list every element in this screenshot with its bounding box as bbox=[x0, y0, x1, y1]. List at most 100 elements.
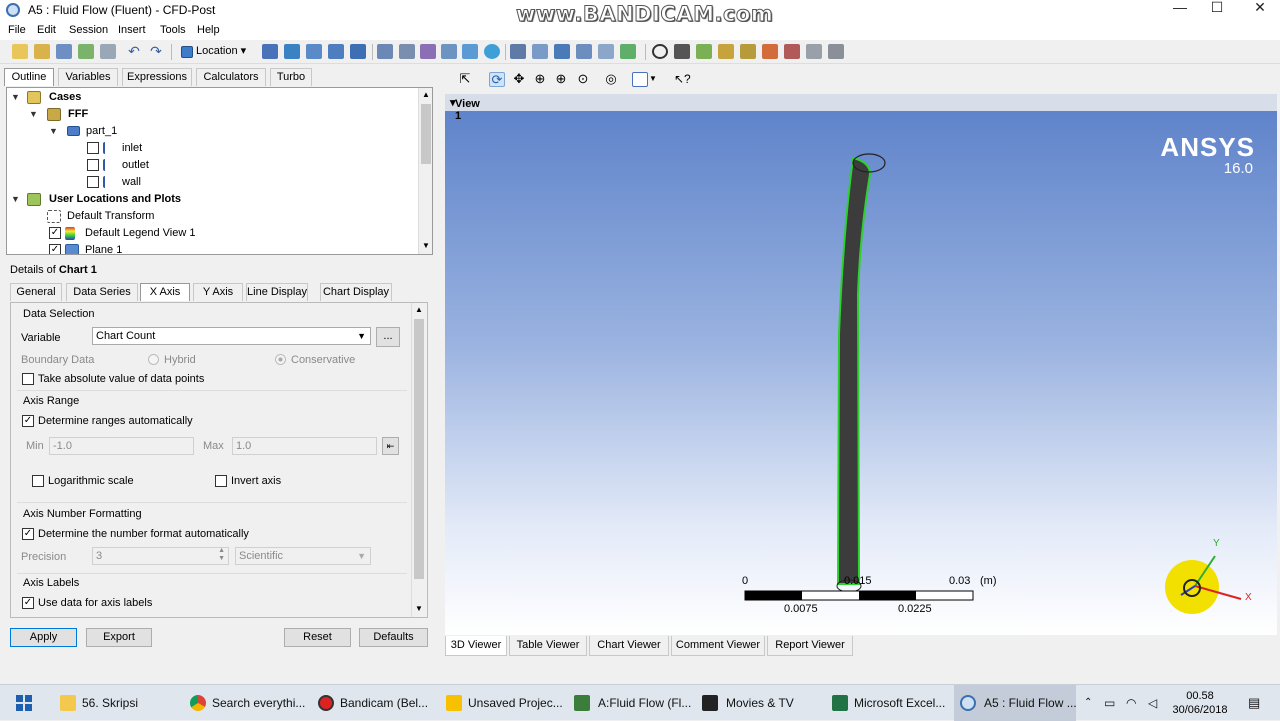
location-dropdown[interactable]: Location ▾ bbox=[178, 43, 250, 61]
details-scrollbar[interactable]: ▲ ▼ bbox=[411, 303, 427, 617]
volume-icon[interactable]: ◁ bbox=[1148, 685, 1164, 721]
defaults-button[interactable]: Defaults bbox=[359, 628, 428, 647]
system-clock[interactable]: 00.58 30/06/2018 bbox=[1170, 689, 1230, 717]
tab-3d-viewer[interactable]: 3D Viewer bbox=[445, 636, 507, 656]
tab-line-display[interactable]: Line Display bbox=[246, 283, 308, 301]
tab-outline[interactable]: Outline bbox=[4, 68, 54, 86]
task-chrome[interactable]: Search everythi... bbox=[188, 685, 305, 721]
spinner-arrows-icon[interactable]: ▲ ▼ bbox=[218, 547, 225, 563]
visibility-checkbox[interactable]: ✓ bbox=[49, 244, 61, 254]
notifications-icon[interactable]: ▤ bbox=[1248, 685, 1266, 721]
menu-help[interactable]: Help bbox=[197, 24, 220, 36]
variable-select[interactable]: Chart Count ▼ bbox=[92, 327, 371, 345]
scroll-down-icon[interactable]: ▼ bbox=[422, 241, 430, 250]
tab-general[interactable]: General bbox=[10, 283, 62, 301]
task-cfd-post[interactable]: A5 : Fluid Flow ... bbox=[954, 685, 1077, 721]
timestep-icon[interactable] bbox=[652, 44, 668, 59]
min-input[interactable]: -1.0 bbox=[49, 437, 194, 455]
use-data-labels-checkbox[interactable]: ✓ bbox=[22, 597, 34, 609]
function-calculator-icon[interactable] bbox=[740, 44, 756, 59]
zoom-icon[interactable]: ⊕ bbox=[532, 72, 548, 87]
quick-editor-icon[interactable] bbox=[696, 44, 712, 59]
invert-axis-checkbox[interactable] bbox=[215, 475, 227, 487]
vector-icon[interactable] bbox=[262, 44, 278, 59]
scroll-up-icon[interactable]: ▲ bbox=[415, 305, 423, 314]
visibility-checkbox[interactable]: ✓ bbox=[49, 227, 61, 239]
reset-button[interactable]: Reset bbox=[284, 628, 351, 647]
tab-chart-display[interactable]: Chart Display bbox=[320, 283, 392, 301]
chevron-down-icon[interactable]: ▼ bbox=[649, 74, 657, 83]
battery-icon[interactable]: ▭ bbox=[1104, 685, 1120, 721]
case-comparison-icon[interactable] bbox=[806, 44, 822, 59]
log-scale-checkbox[interactable] bbox=[32, 475, 44, 487]
volume-rendering-icon[interactable] bbox=[350, 44, 366, 59]
undo-icon[interactable]: ↶ bbox=[126, 44, 142, 59]
collapse-icon[interactable]: ▼ bbox=[29, 109, 39, 119]
tab-y-axis[interactable]: Y Axis bbox=[193, 283, 243, 301]
task-excel[interactable]: Microsoft Excel... bbox=[830, 685, 946, 721]
pan-icon[interactable]: ✥ bbox=[511, 72, 527, 87]
start-button[interactable] bbox=[10, 685, 40, 721]
comment-icon[interactable] bbox=[598, 44, 614, 59]
menu-edit[interactable]: Edit bbox=[37, 24, 56, 36]
conservative-radio[interactable] bbox=[275, 354, 286, 365]
network-icon[interactable]: ◠ bbox=[1126, 685, 1142, 721]
range-options-icon[interactable]: ⇤ bbox=[382, 437, 399, 455]
mesh-calculator-icon[interactable] bbox=[784, 44, 800, 59]
tab-turbo[interactable]: Turbo bbox=[270, 68, 312, 86]
tab-calculators[interactable]: Calculators bbox=[196, 68, 266, 86]
scroll-up-icon[interactable]: ▲ bbox=[422, 90, 430, 99]
open-state-icon[interactable] bbox=[34, 44, 50, 59]
screenshot-icon[interactable] bbox=[100, 44, 116, 59]
viewport-layout-icon[interactable] bbox=[632, 72, 648, 87]
task-workbench[interactable]: Unsaved Projec... bbox=[444, 685, 563, 721]
variable-browse-button[interactable]: ... bbox=[376, 327, 400, 347]
task-folder-skripsi[interactable]: 56. Skripsi bbox=[58, 685, 168, 721]
scroll-thumb[interactable] bbox=[421, 104, 431, 164]
help-pointer-icon[interactable]: ↖? bbox=[674, 72, 691, 87]
tab-chart-viewer[interactable]: Chart Viewer bbox=[589, 636, 669, 656]
scroll-thumb[interactable] bbox=[414, 319, 424, 579]
3d-viewport[interactable]: View 1 ▾ ANSYS 16.0 0 0.015 0.03 (m) 0.0… bbox=[445, 94, 1277, 635]
task-bandicam[interactable]: Bandicam (Bel... bbox=[316, 685, 432, 721]
apply-button[interactable]: Apply bbox=[10, 628, 77, 647]
outline-scrollbar[interactable]: ▲ ▼ bbox=[418, 88, 432, 254]
scroll-down-icon[interactable]: ▼ bbox=[415, 604, 423, 613]
tab-table-viewer[interactable]: Table Viewer bbox=[509, 636, 587, 656]
animation-icon[interactable] bbox=[674, 44, 690, 59]
menu-tools[interactable]: Tools bbox=[160, 24, 186, 36]
precision-format-select[interactable]: Scientific ▼ bbox=[235, 547, 371, 565]
tab-report-viewer[interactable]: Report Viewer bbox=[767, 636, 853, 656]
collapse-icon[interactable]: ▼ bbox=[11, 194, 21, 204]
chart-icon[interactable] bbox=[576, 44, 592, 59]
determine-ranges-checkbox[interactable]: ✓ bbox=[22, 415, 34, 427]
menu-insert[interactable]: Insert bbox=[118, 24, 146, 36]
export-button[interactable]: Export bbox=[86, 628, 152, 647]
streamline-icon[interactable] bbox=[306, 44, 322, 59]
tab-x-axis[interactable]: X Axis bbox=[140, 283, 190, 301]
expression-icon[interactable] bbox=[532, 44, 548, 59]
max-input[interactable]: 1.0 bbox=[232, 437, 377, 455]
color-map-icon[interactable] bbox=[484, 44, 500, 59]
collapse-icon[interactable]: ▼ bbox=[11, 92, 21, 102]
tray-expand-icon[interactable]: ⌃ bbox=[1084, 685, 1098, 721]
tab-comment-viewer[interactable]: Comment Viewer bbox=[671, 636, 765, 656]
maximize-button[interactable]: ☐ bbox=[1197, 0, 1237, 16]
redo-icon[interactable]: ↷ bbox=[148, 44, 164, 59]
clip-plane-icon[interactable] bbox=[462, 44, 478, 59]
zoom-box-icon[interactable]: ⊕ bbox=[553, 72, 569, 87]
minimize-button[interactable]: — bbox=[1160, 0, 1200, 16]
particle-track-icon[interactable] bbox=[328, 44, 344, 59]
tab-expressions[interactable]: Expressions bbox=[122, 68, 192, 86]
visibility-checkbox[interactable] bbox=[87, 142, 99, 154]
legend-icon[interactable] bbox=[420, 44, 436, 59]
precision-spinner[interactable]: 3 ▲ ▼ bbox=[92, 547, 229, 565]
close-button[interactable]: ✕ bbox=[1240, 0, 1280, 16]
text-icon[interactable] bbox=[377, 44, 393, 59]
determine-format-checkbox[interactable]: ✓ bbox=[22, 528, 34, 540]
new-case-icon[interactable] bbox=[12, 44, 28, 59]
probe-icon[interactable] bbox=[718, 44, 734, 59]
tab-variables[interactable]: Variables bbox=[58, 68, 118, 86]
figure-icon[interactable] bbox=[620, 44, 636, 59]
hybrid-radio[interactable] bbox=[148, 354, 159, 365]
